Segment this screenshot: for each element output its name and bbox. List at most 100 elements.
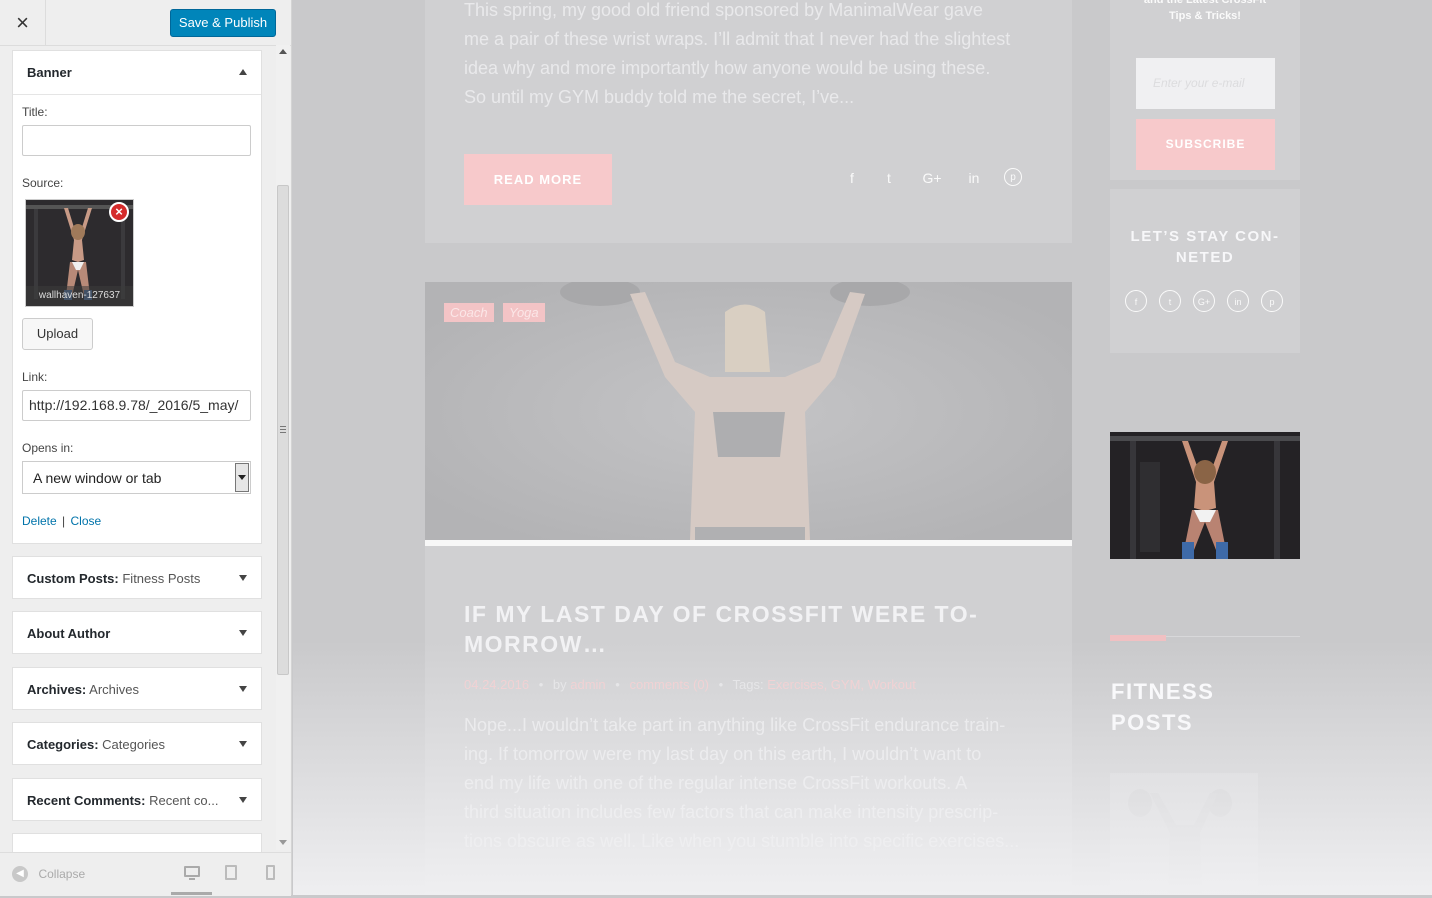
banner-athlete-image	[1110, 432, 1300, 559]
post-2-meta: 04.24.2016 • by admin • comments (0) • T…	[464, 677, 916, 692]
google-plus-icon[interactable]: G+	[920, 170, 944, 186]
mobile-preview-icon[interactable]	[266, 865, 275, 880]
excerpt-line: end my life with one of the regular inte…	[464, 773, 968, 793]
close-customizer-button[interactable]: ×	[0, 0, 46, 45]
widget-categories[interactable]: Categories: Categories	[12, 722, 262, 765]
customizer-panel: × Save & Publish Banner Title: Source: w…	[0, 0, 292, 896]
connect-widget	[1110, 189, 1300, 353]
excerpt-line: So until my GYM buddy told me the secret…	[464, 87, 855, 107]
collapse-button[interactable]: ◀ Collapse	[12, 865, 85, 885]
collapse-label: Collapse	[38, 866, 86, 881]
excerpt-line: ing. If tomorrow were my last day on thi…	[464, 744, 982, 764]
source-label: Source:	[22, 176, 64, 190]
banner-widget-header[interactable]: Banner	[13, 51, 261, 95]
remove-image-icon[interactable]: ×	[109, 202, 129, 222]
excerpt-line: Nope...I wouldn’t take part in anything …	[464, 715, 1006, 735]
connect-heading: LET’S STAY CON- NETED	[1110, 226, 1300, 268]
post-2-excerpt: Nope...I wouldn’t take part in anything …	[464, 711, 1064, 856]
panel-scrollbar[interactable]	[276, 45, 290, 850]
sidebar-banner-image[interactable]	[1110, 432, 1300, 559]
twitter-icon[interactable]: t	[1159, 290, 1181, 312]
fitness-posts-heading: FITNESS POSTS	[1111, 676, 1214, 738]
email-placeholder: Enter your e-mail	[1153, 76, 1245, 90]
title-line: MORROW…	[464, 631, 608, 657]
panel-footer: ◀ Collapse	[0, 852, 291, 896]
by-label: by	[552, 677, 567, 692]
widget-actions: Delete | Close	[22, 514, 101, 528]
widget-title: Categories: Categories	[27, 737, 166, 752]
widget-title: Custom Posts: Fitness Posts	[27, 571, 201, 586]
post-date: 04.24.2016	[464, 677, 530, 692]
link-label: Link:	[22, 370, 48, 384]
opens-in-label: Opens in:	[22, 441, 74, 455]
linkedin-icon[interactable]: in	[964, 170, 984, 186]
widget-title: About Author	[27, 626, 111, 641]
post-comments[interactable]: comments (0)	[629, 677, 708, 692]
tag-yoga[interactable]: Yoga	[503, 303, 545, 322]
collapse-arrow-icon: ◀	[12, 865, 28, 882]
linkedin-icon[interactable]: in	[1227, 290, 1249, 312]
widget-recent-comments[interactable]: Recent Comments: Recent co...	[12, 778, 262, 821]
post-2-title[interactable]: IF MY LAST DAY OF CROSSFIT WERE TO- MORR…	[464, 599, 1024, 659]
google-plus-icon[interactable]: G+	[1193, 290, 1215, 312]
expand-arrow-icon[interactable]	[239, 686, 247, 692]
close-link[interactable]: Close	[71, 514, 102, 528]
connect-line: LET’S STAY CON-	[1130, 228, 1280, 245]
fitness-post-thumbnail[interactable]	[1110, 773, 1258, 893]
widget-partial[interactable]	[12, 833, 262, 852]
expand-arrow-icon[interactable]	[239, 741, 247, 747]
facebook-icon[interactable]: f	[1125, 290, 1147, 312]
thumbnail-image	[1110, 773, 1258, 893]
newsletter-line: and the Latest CrossFit	[1143, 0, 1267, 6]
twitter-icon[interactable]: t	[881, 170, 897, 186]
post-author[interactable]: admin	[570, 677, 605, 692]
tablet-preview-icon[interactable]	[225, 865, 237, 880]
connect-line: NETED	[1175, 249, 1235, 266]
panel-header: × Save & Publish	[0, 0, 291, 46]
widget-archives[interactable]: Archives: Archives	[12, 667, 262, 710]
excerpt-line: This spring, my good old friend sponsore…	[464, 0, 983, 20]
widget-custom-posts[interactable]: Custom Posts: Fitness Posts	[12, 556, 262, 599]
upload-button[interactable]: Upload	[22, 318, 93, 350]
subscribe-button[interactable]: SUBSCRIBE	[1136, 119, 1275, 170]
delete-link[interactable]: Delete	[22, 514, 57, 528]
excerpt-line: idea why and more importantly how anyone…	[464, 58, 991, 78]
facebook-icon[interactable]: f	[844, 170, 860, 186]
opens-in-value: A new window or tab	[33, 470, 162, 486]
widget-title: Archives: Archives	[27, 682, 140, 697]
email-input[interactable]: Enter your e-mail	[1136, 58, 1275, 109]
pinterest-icon[interactable]: p	[1004, 168, 1022, 186]
desktop-preview-icon[interactable]	[184, 866, 200, 877]
post-tags[interactable]: Exercises, GYM, Workout	[767, 677, 916, 692]
title-input[interactable]	[22, 125, 251, 156]
banner-widget-title: Banner	[27, 65, 72, 80]
scroll-down-icon[interactable]	[279, 840, 287, 845]
save-publish-button[interactable]: Save & Publish	[170, 9, 276, 37]
scroll-up-icon[interactable]	[279, 49, 287, 54]
heading-line: POSTS	[1111, 710, 1194, 735]
read-more-button[interactable]: READ MORE	[464, 154, 612, 205]
expand-arrow-icon[interactable]	[239, 797, 247, 803]
excerpt-line: third situation includes few factors tha…	[464, 802, 999, 822]
pinterest-icon[interactable]: p	[1261, 290, 1283, 312]
scroll-thumb[interactable]	[277, 185, 289, 675]
excerpt-line: me a pair of these wrist wraps. I’ll adm…	[464, 29, 1011, 49]
expand-arrow-icon[interactable]	[239, 630, 247, 636]
image-caption: wallhaven-127637	[26, 286, 133, 306]
expand-arrow-icon[interactable]	[239, 575, 247, 581]
link-input[interactable]: http://192.168.9.78/_2016/5_may/	[22, 390, 251, 421]
select-dropdown-icon[interactable]	[235, 463, 249, 492]
newsletter-line: Tips & Tricks!	[1169, 10, 1241, 22]
heading-line: FITNESS	[1111, 679, 1215, 704]
tag-coach[interactable]: Coach	[444, 303, 494, 322]
widget-about-author[interactable]: About Author	[12, 611, 262, 654]
tags-label: Tags:	[732, 677, 764, 692]
title-line: IF MY LAST DAY OF CROSSFIT WERE TO-	[464, 601, 979, 627]
collapse-arrow-icon[interactable]	[239, 69, 247, 75]
opens-in-select[interactable]: A new window or tab	[22, 461, 251, 494]
newsletter-text: and the Latest CrossFit Tips & Tricks!	[1110, 0, 1300, 24]
widget-title: Recent Comments: Recent co...	[27, 793, 219, 808]
section-accent	[1110, 635, 1166, 641]
site-preview: This spring, my good old friend sponsore…	[293, 0, 1432, 895]
action-separator: |	[62, 514, 66, 528]
